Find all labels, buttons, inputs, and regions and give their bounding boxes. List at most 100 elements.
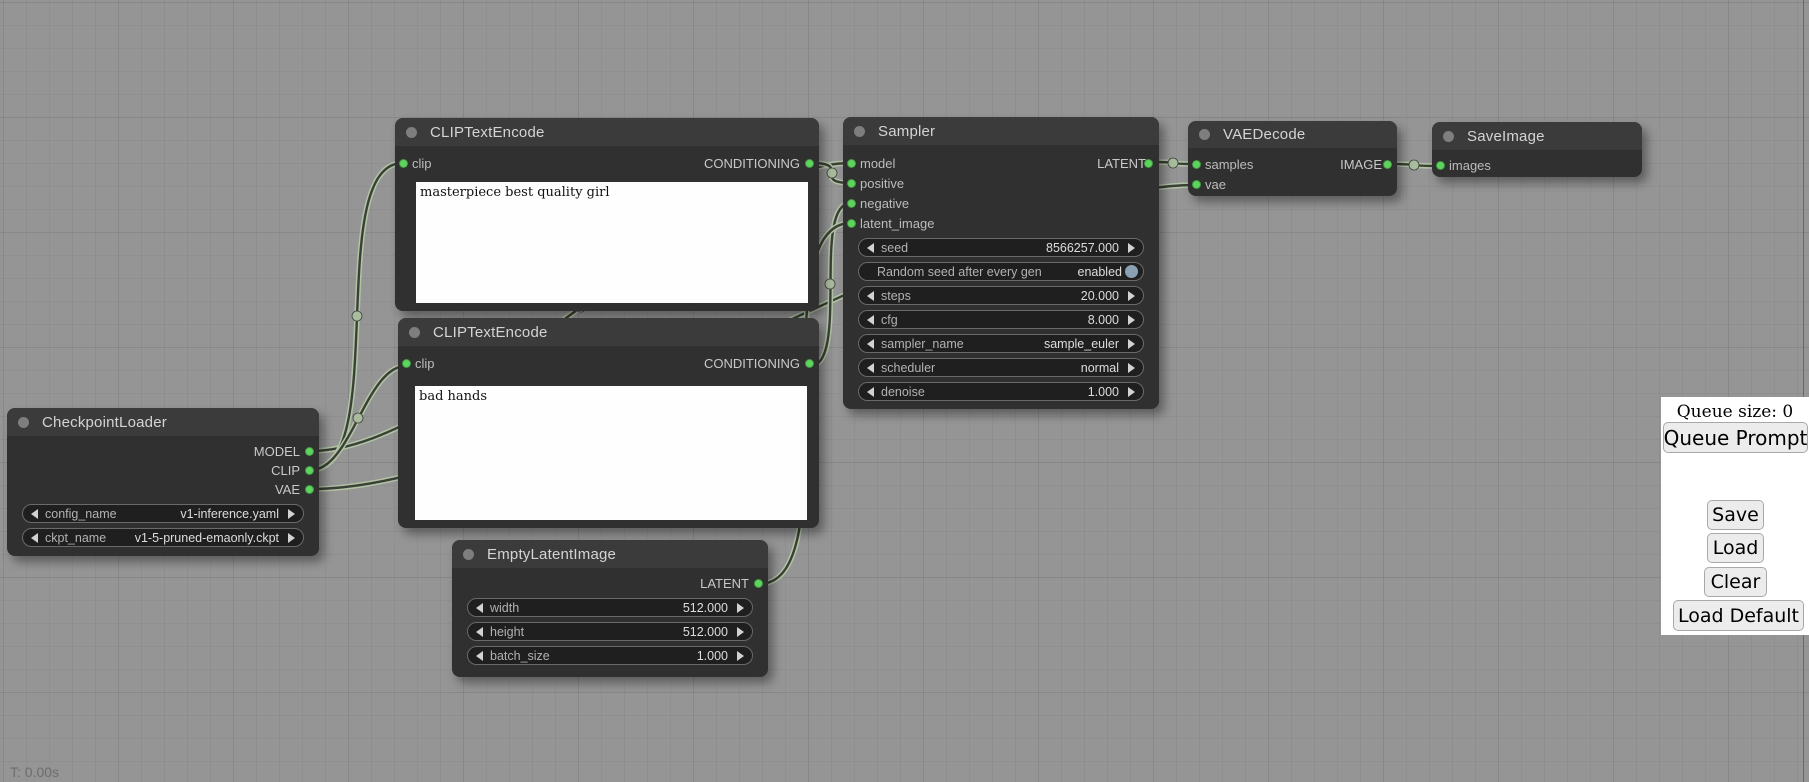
node-title: EmptyLatentImage bbox=[487, 546, 616, 563]
load-button[interactable]: Load bbox=[1707, 533, 1764, 563]
widget-value: 8566257.000 bbox=[1046, 241, 1119, 255]
output-port-conditioning[interactable] bbox=[805, 359, 814, 368]
widget-value: 1.000 bbox=[697, 649, 728, 663]
node-title-bar[interactable]: Sampler bbox=[843, 117, 1159, 145]
node-title-bar[interactable]: SaveImage bbox=[1432, 122, 1642, 150]
output-label: LATENT bbox=[1097, 156, 1146, 171]
decrement-arrow-icon[interactable] bbox=[476, 651, 483, 661]
increment-arrow-icon[interactable] bbox=[1128, 339, 1135, 349]
collapse-dot-icon[interactable] bbox=[1199, 129, 1210, 140]
random-seed-toggle-widget[interactable]: Random seed after every gen enabled bbox=[858, 262, 1144, 281]
increment-arrow-icon[interactable] bbox=[1128, 387, 1135, 397]
execution-timer-label: T: 0.00s bbox=[10, 764, 59, 780]
increment-arrow-icon[interactable] bbox=[737, 627, 744, 637]
decrement-arrow-icon[interactable] bbox=[867, 387, 874, 397]
node-title-bar[interactable]: VAEDecode bbox=[1188, 121, 1397, 148]
collapse-dot-icon[interactable] bbox=[18, 417, 29, 428]
save-button[interactable]: Save bbox=[1707, 500, 1764, 530]
increment-arrow-icon[interactable] bbox=[288, 533, 295, 543]
collapse-dot-icon[interactable] bbox=[854, 126, 865, 137]
decrement-arrow-icon[interactable] bbox=[31, 533, 38, 543]
queue-prompt-button[interactable]: Queue Prompt bbox=[1663, 422, 1808, 453]
input-port-clip[interactable] bbox=[399, 159, 408, 168]
output-port-latent[interactable] bbox=[754, 579, 763, 588]
increment-arrow-icon[interactable] bbox=[288, 509, 295, 519]
width-number-widget[interactable]: width 512.000 bbox=[467, 598, 753, 617]
widget-label: height bbox=[490, 625, 524, 639]
output-label: CLIP bbox=[271, 463, 300, 478]
input-port-images[interactable] bbox=[1436, 161, 1445, 170]
node-title-bar[interactable]: CheckpointLoader bbox=[7, 408, 319, 436]
collapse-dot-icon[interactable] bbox=[463, 549, 474, 560]
height-number-widget[interactable]: height 512.000 bbox=[467, 622, 753, 641]
node-emptylatentimage: EmptyLatentImage LATENT width 512.000 he… bbox=[452, 540, 768, 677]
widget-label: batch_size bbox=[490, 649, 550, 663]
increment-arrow-icon[interactable] bbox=[1128, 243, 1135, 253]
scheduler-combo[interactable]: scheduler normal bbox=[858, 358, 1144, 377]
input-label: vae bbox=[1205, 177, 1226, 192]
decrement-arrow-icon[interactable] bbox=[867, 291, 874, 301]
node-title-bar[interactable]: CLIPTextEncode bbox=[398, 318, 819, 346]
input-label: latent_image bbox=[860, 216, 934, 231]
link-clip-to-negative-encoder bbox=[311, 366, 406, 470]
input-port-model[interactable] bbox=[847, 159, 856, 168]
output-port-latent[interactable] bbox=[1144, 159, 1153, 168]
decrement-arrow-icon[interactable] bbox=[867, 315, 874, 325]
seed-number-widget[interactable]: seed 8566257.000 bbox=[858, 238, 1144, 257]
positive-prompt-textarea[interactable]: masterpiece best quality girl bbox=[416, 182, 808, 303]
output-port-vae[interactable] bbox=[305, 485, 314, 494]
widget-label: Random seed after every gen bbox=[877, 265, 1042, 279]
widget-label: denoise bbox=[881, 385, 925, 399]
input-port-positive[interactable] bbox=[847, 179, 856, 188]
decrement-arrow-icon[interactable] bbox=[867, 339, 874, 349]
negative-prompt-textarea[interactable]: bad hands bbox=[415, 386, 807, 520]
decrement-arrow-icon[interactable] bbox=[867, 363, 874, 373]
input-port-vae[interactable] bbox=[1192, 180, 1201, 189]
output-port-conditioning[interactable] bbox=[805, 159, 814, 168]
widget-label: seed bbox=[881, 241, 908, 255]
output-label: MODEL bbox=[254, 444, 300, 459]
output-label: CONDITIONING bbox=[704, 156, 800, 171]
node-title-bar[interactable]: EmptyLatentImage bbox=[452, 540, 768, 568]
config-name-combo[interactable]: config_name v1-inference.yaml bbox=[22, 504, 304, 523]
decrement-arrow-icon[interactable] bbox=[476, 627, 483, 637]
input-label: images bbox=[1449, 158, 1491, 173]
decrement-arrow-icon[interactable] bbox=[867, 243, 874, 253]
ckpt-name-combo[interactable]: ckpt_name v1-5-pruned-emaonly.ckpt bbox=[22, 528, 304, 547]
output-label: LATENT bbox=[700, 576, 749, 591]
output-port-model[interactable] bbox=[305, 447, 314, 456]
input-port-negative[interactable] bbox=[847, 199, 856, 208]
cfg-number-widget[interactable]: cfg 8.000 bbox=[858, 310, 1144, 329]
input-port-samples[interactable] bbox=[1192, 160, 1201, 169]
decrement-arrow-icon[interactable] bbox=[476, 603, 483, 613]
widget-label: scheduler bbox=[881, 361, 935, 375]
denoise-number-widget[interactable]: denoise 1.000 bbox=[858, 382, 1144, 401]
increment-arrow-icon[interactable] bbox=[737, 603, 744, 613]
collapse-dot-icon[interactable] bbox=[406, 127, 417, 138]
widget-value: 8.000 bbox=[1088, 313, 1119, 327]
node-title: Sampler bbox=[878, 123, 935, 140]
collapse-dot-icon[interactable] bbox=[409, 327, 420, 338]
output-port-clip[interactable] bbox=[305, 466, 314, 475]
clear-button[interactable]: Clear bbox=[1704, 567, 1767, 597]
node-title-bar[interactable]: CLIPTextEncode bbox=[395, 118, 819, 146]
sampler-name-combo[interactable]: sampler_name sample_euler bbox=[858, 334, 1144, 353]
increment-arrow-icon[interactable] bbox=[737, 651, 744, 661]
input-port-clip[interactable] bbox=[402, 359, 411, 368]
batch-size-number-widget[interactable]: batch_size 1.000 bbox=[467, 646, 753, 665]
collapse-dot-icon[interactable] bbox=[1443, 131, 1454, 142]
output-port-image[interactable] bbox=[1383, 160, 1392, 169]
load-default-button[interactable]: Load Default bbox=[1673, 600, 1804, 631]
increment-arrow-icon[interactable] bbox=[1128, 315, 1135, 325]
widget-label: steps bbox=[881, 289, 911, 303]
widget-value: v1-5-pruned-emaonly.ckpt bbox=[135, 531, 279, 545]
input-label: negative bbox=[860, 196, 909, 211]
toggle-knob-icon[interactable] bbox=[1125, 265, 1138, 278]
decrement-arrow-icon[interactable] bbox=[31, 509, 38, 519]
increment-arrow-icon[interactable] bbox=[1128, 363, 1135, 373]
widget-label: ckpt_name bbox=[45, 531, 106, 545]
widget-value: sample_euler bbox=[1044, 337, 1119, 351]
increment-arrow-icon[interactable] bbox=[1128, 291, 1135, 301]
steps-number-widget[interactable]: steps 20.000 bbox=[858, 286, 1144, 305]
input-port-latent-image[interactable] bbox=[847, 219, 856, 228]
